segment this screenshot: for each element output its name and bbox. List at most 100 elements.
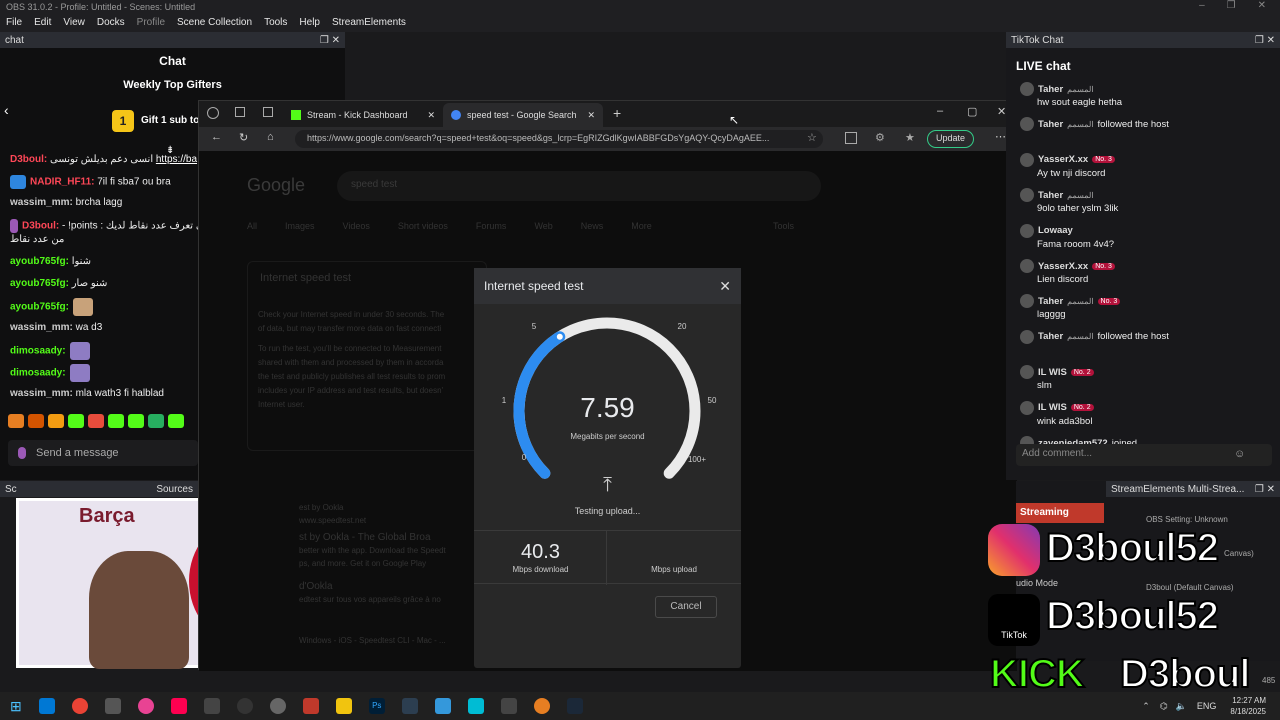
chrome-icon[interactable]	[71, 698, 88, 714]
tiktok-username[interactable]: Lowaay	[1038, 225, 1073, 236]
minimize-icon[interactable]: –	[937, 105, 943, 117]
favorites-icon[interactable]: ★	[905, 131, 915, 144]
filter-news[interactable]: News	[581, 221, 604, 231]
app-icon[interactable]	[137, 698, 154, 714]
close-icon[interactable]: ✕	[719, 278, 731, 295]
tiktok-username[interactable]: YasserX.xx	[1038, 154, 1088, 165]
tab-actions-icon[interactable]	[263, 107, 273, 117]
avatar[interactable]	[1020, 82, 1034, 96]
avatar[interactable]	[1020, 329, 1034, 344]
send-message-input[interactable]: Send a message	[36, 447, 119, 459]
file-explorer-icon[interactable]	[335, 698, 352, 714]
terminal-icon[interactable]	[401, 698, 418, 714]
minimize-icon[interactable]: –	[1199, 0, 1205, 11]
puzzle-icon[interactable]: ⚙	[875, 131, 885, 144]
avatar[interactable]	[1020, 117, 1034, 132]
app-red-icon[interactable]	[302, 698, 319, 714]
dock-controls[interactable]: ❐ ✕	[320, 35, 340, 46]
emote-icon[interactable]	[88, 414, 104, 428]
emote-icon[interactable]	[168, 414, 184, 428]
search-box[interactable]: speed test	[337, 171, 821, 201]
language-indicator[interactable]: ENG	[1197, 701, 1217, 711]
menu-help[interactable]: Help	[299, 17, 320, 30]
media-player-icon[interactable]	[533, 698, 550, 714]
filter-forums[interactable]: Forums	[476, 221, 507, 231]
menu-profile[interactable]: Profile	[137, 17, 165, 30]
emoji-icon[interactable]: ☺	[1234, 448, 1245, 460]
avatar[interactable]	[1020, 365, 1034, 380]
close-tab-icon[interactable]: ✕	[587, 110, 595, 121]
menu-edit[interactable]: Edit	[34, 17, 51, 30]
url-field[interactable]: https://www.google.com/search?q=speed+te…	[295, 130, 823, 148]
emote-icon[interactable]	[128, 414, 144, 428]
tiktok-username[interactable]: Taher	[1038, 331, 1063, 342]
tiktok-username[interactable]: Taher	[1038, 190, 1063, 201]
avatar[interactable]	[1020, 400, 1034, 415]
app-cyan-icon[interactable]	[467, 698, 484, 714]
profile-icon[interactable]	[207, 107, 219, 119]
menu-streamelements[interactable]: StreamElements	[332, 17, 406, 30]
reload-icon[interactable]: ↻	[239, 131, 248, 144]
cancel-button[interactable]: Cancel	[655, 596, 717, 618]
filter-videos[interactable]: Videos	[343, 221, 370, 231]
dock-controls[interactable]: ❐ ✕	[1255, 484, 1275, 495]
maximize-icon[interactable]: ❐	[1227, 0, 1236, 11]
more-icon[interactable]: ⋯	[995, 130, 1006, 143]
menu-view[interactable]: View	[63, 17, 85, 30]
clock[interactable]: 12:27 AM 8/18/2025	[1230, 695, 1266, 717]
tiktok-username[interactable]: Taher	[1038, 119, 1063, 130]
update-button[interactable]: Update	[927, 130, 975, 148]
avatar[interactable]	[1020, 223, 1034, 238]
new-tab-icon[interactable]: +	[613, 105, 621, 121]
edge-icon[interactable]	[38, 698, 55, 714]
menu-scene-collection[interactable]: Scene Collection	[177, 17, 252, 30]
menu-docks[interactable]: Docks	[97, 17, 125, 30]
home-icon[interactable]: ⌂	[267, 131, 274, 143]
favorite-star-icon[interactable]: ☆	[807, 131, 817, 144]
capcut-icon[interactable]	[203, 698, 220, 714]
dock-controls[interactable]: ❐ ✕	[1255, 35, 1275, 46]
tiktok-username[interactable]: YasserX.xx	[1038, 261, 1088, 272]
filter-web[interactable]: Web	[534, 221, 552, 231]
avatar[interactable]	[1020, 188, 1034, 203]
avatar[interactable]	[1020, 152, 1034, 167]
steam-icon[interactable]	[566, 698, 583, 714]
filter-more[interactable]: More	[631, 221, 652, 231]
chevron-left-icon[interactable]: ‹	[4, 102, 9, 118]
tab-google-search[interactable]: speed test - Google Search ✕	[443, 103, 603, 127]
streaming-status[interactable]: Streaming	[1016, 503, 1104, 523]
tray-chevron-icon[interactable]: ⌃	[1142, 701, 1150, 712]
emote-icon[interactable]	[8, 414, 24, 428]
volume-icon[interactable]: 🔈	[1176, 701, 1187, 712]
avatar[interactable]	[1020, 294, 1034, 309]
emote-icon[interactable]	[108, 414, 124, 428]
filter-short-videos[interactable]: Short videos	[398, 221, 448, 231]
filter-all[interactable]: All	[247, 221, 257, 231]
tiktok-app-icon[interactable]	[170, 698, 187, 714]
tab-kick-dashboard[interactable]: Stream - Kick Dashboard ✕	[283, 103, 443, 127]
tiktok-username[interactable]: IL WIS	[1038, 367, 1067, 378]
close-icon[interactable]: ✕	[997, 105, 1006, 118]
back-icon[interactable]: ←	[211, 131, 222, 143]
emote-icon[interactable]	[68, 414, 84, 428]
tiktok-username[interactable]: Taher	[1038, 296, 1063, 307]
google-logo[interactable]: Google	[247, 175, 305, 196]
avatar[interactable]	[1020, 259, 1034, 273]
workspaces-icon[interactable]	[235, 107, 245, 117]
emote-icon[interactable]	[48, 414, 64, 428]
app-blue-icon[interactable]	[434, 698, 451, 714]
network-icon[interactable]: ⌬	[1160, 701, 1168, 712]
store-icon[interactable]	[104, 698, 121, 714]
emote-icon[interactable]	[28, 414, 44, 428]
close-tab-icon[interactable]: ✕	[427, 110, 435, 121]
tiktok-username[interactable]: Taher	[1038, 84, 1063, 95]
emote-icon[interactable]	[148, 414, 164, 428]
app-x-icon[interactable]	[500, 698, 517, 714]
close-icon[interactable]: ✕	[1258, 0, 1266, 11]
extension-icon[interactable]	[845, 132, 857, 144]
obs-icon[interactable]	[236, 698, 253, 714]
menu-tools[interactable]: Tools	[264, 17, 287, 30]
tools-button[interactable]: Tools	[773, 221, 794, 231]
filter-images[interactable]: Images	[285, 221, 315, 231]
send-message-box[interactable]: Send a message	[8, 440, 198, 466]
